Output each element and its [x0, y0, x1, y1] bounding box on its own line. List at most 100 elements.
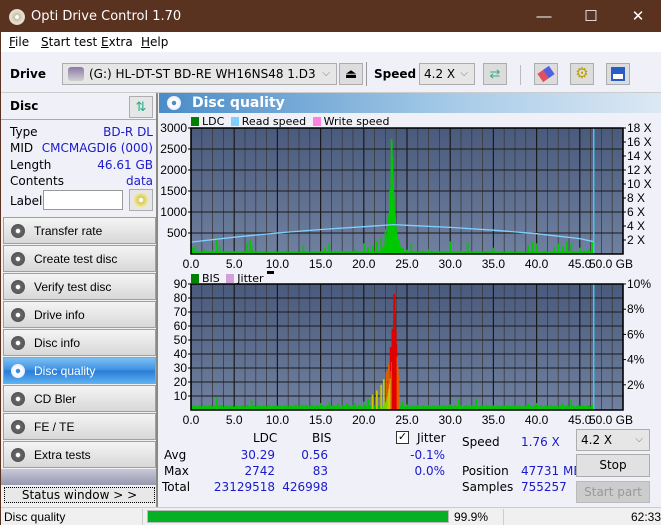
nav-label: Extra tests [34, 448, 91, 462]
test-speed-select[interactable]: 4.2 X ⌵ [576, 429, 650, 451]
x-tick-label: 15.0 [309, 413, 333, 427]
disc-type-value: BD-R DL [103, 125, 153, 139]
stats-max-jitter: 0.0% [415, 464, 446, 478]
status-window-button[interactable]: Status window > > [4, 487, 155, 503]
status-separator [503, 509, 504, 525]
drive-label: Drive [10, 67, 46, 81]
position-label: Position [462, 464, 509, 478]
ldc-bar [249, 239, 251, 254]
stats-total-ldc: 23129518 [214, 480, 275, 494]
x-tick-label: 5.0 [226, 413, 243, 427]
disc-contents-row: Contents data [10, 174, 153, 188]
menu-file-label: ile [15, 35, 29, 49]
stats-max-ldc: 2742 [244, 464, 275, 478]
speed-readout-value: 1.76 X [521, 435, 560, 449]
disc-contents-label: Contents [10, 174, 64, 188]
ldc-bar [588, 249, 590, 254]
bis-bar [402, 402, 404, 410]
drive-select[interactable]: (G:) HL-DT-ST BD-RE WH16NS48 1.D3 ⌵ [62, 63, 337, 85]
chevron-down-icon: ⌵ [635, 430, 643, 450]
menu-extra[interactable]: Extra [101, 35, 133, 49]
title-bar: Opti Drive Control 1.70 — ☐ ✕ [1, 1, 661, 32]
eject-button[interactable]: ⏏ [339, 63, 363, 85]
create-disc-icon [11, 252, 25, 266]
ldc-chart: 500100015002000250030002 X4 X6 X8 X10 X1… [159, 123, 661, 273]
menu-help[interactable]: Help [141, 35, 168, 49]
bis-bar [536, 403, 538, 410]
ldc-bar [192, 248, 194, 254]
disc-refresh-button[interactable]: ⇅ [129, 96, 153, 118]
y-tick-label: 10 [174, 389, 188, 403]
disc-label-input[interactable] [43, 190, 123, 210]
disc-mid-value: CMCMAGDI6 (000) [42, 141, 153, 155]
stats-max-label: Max [164, 464, 189, 478]
maximize-button[interactable]: ☐ [568, 1, 614, 32]
nav-transfer-rate[interactable]: Transfer rate [3, 217, 156, 244]
ldc-bar [328, 244, 330, 255]
y-tick-label: 80 [174, 291, 188, 305]
stop-button[interactable]: Stop [576, 454, 650, 477]
nav-label: Create test disc [34, 252, 117, 266]
stats-total-label: Total [162, 480, 190, 494]
y2-tick-label: 2% [627, 378, 645, 392]
y-tick-label: 20 [174, 375, 188, 389]
disc-label-button[interactable] [129, 189, 153, 211]
samples-value: 755257 [521, 480, 567, 494]
nav-fe-te[interactable]: FE / TE [3, 413, 156, 440]
disc-quality-icon [11, 364, 25, 378]
x-tick-label: 20.0 [352, 413, 376, 427]
ldc-bar [303, 246, 305, 254]
bis-bar [219, 404, 221, 410]
x-tick-label: 30.0 [439, 257, 463, 271]
nav-verify-test-disc[interactable]: Verify test disc [3, 273, 156, 300]
menu-file[interactable]: File [9, 35, 29, 49]
nav-extra-tests[interactable]: Extra tests [3, 441, 156, 468]
nav-create-test-disc[interactable]: Create test disc [3, 245, 156, 272]
nav-disc-quality[interactable]: Disc quality [3, 357, 156, 384]
ldc-bar [203, 249, 205, 254]
close-button[interactable]: ✕ [615, 1, 661, 32]
menu-start-test[interactable]: Start test [41, 35, 97, 49]
nav-label: Disc quality [34, 364, 95, 378]
speed-select[interactable]: 4.2 X ⌵ [419, 63, 475, 85]
start-part-button[interactable]: Start part [576, 481, 650, 503]
settings-button[interactable]: ⚙ [570, 63, 594, 85]
menu-extra-label: xtra [109, 35, 133, 49]
ldc-bar [566, 241, 568, 254]
ldc-bar [467, 242, 469, 254]
app-window: Opti Drive Control 1.70 — ☐ ✕ File Start… [0, 0, 661, 524]
cd-bler-icon [11, 392, 25, 406]
menu-bar: File Start test Extra Help [1, 32, 661, 52]
ldc-bar [354, 249, 356, 254]
x-tick-label: 50.0 GB [589, 413, 633, 427]
y2-tick-label: 6 X [627, 205, 645, 219]
refresh-arrows-icon: ⇅ [136, 99, 147, 114]
jitter-checkbox[interactable]: ✓ [396, 431, 409, 444]
save-icon [611, 67, 625, 81]
y-tick-label: 500 [167, 226, 187, 240]
ldc-bar [246, 241, 248, 254]
bis-bar [303, 404, 305, 410]
verify-disc-icon [11, 280, 25, 294]
disc-contents-value: data [126, 174, 153, 188]
ldc-bar [363, 244, 365, 255]
nav-disc-info[interactable]: Disc info [3, 329, 156, 356]
ldc-bar [531, 241, 533, 254]
minimize-button[interactable]: — [521, 1, 567, 32]
sidebar: Disc ⇅ TypeBD-R DL MIDCMCMAGDI6 (000) Le… [1, 93, 158, 507]
disc-length-row: Length46.61 GB [10, 158, 153, 172]
transfer-rate-icon [11, 224, 25, 238]
chevron-down-icon: ⌵ [322, 64, 330, 84]
nav-drive-info[interactable]: Drive info [3, 301, 156, 328]
x-tick-label: 0.0 [183, 413, 200, 427]
ldc-bar [251, 246, 253, 254]
y2-tick-label: 10 X [627, 177, 652, 191]
nav-cd-bler[interactable]: CD Bler [3, 385, 156, 412]
disc-mid-label: MID [10, 141, 33, 155]
refresh-speed-button[interactable]: ⇄ [483, 63, 507, 85]
app-disc-icon [9, 9, 25, 25]
disc-info-icon [11, 336, 25, 350]
save-button[interactable] [606, 63, 630, 85]
erase-button[interactable] [534, 63, 558, 85]
stats-col-ldc: LDC [253, 431, 277, 445]
